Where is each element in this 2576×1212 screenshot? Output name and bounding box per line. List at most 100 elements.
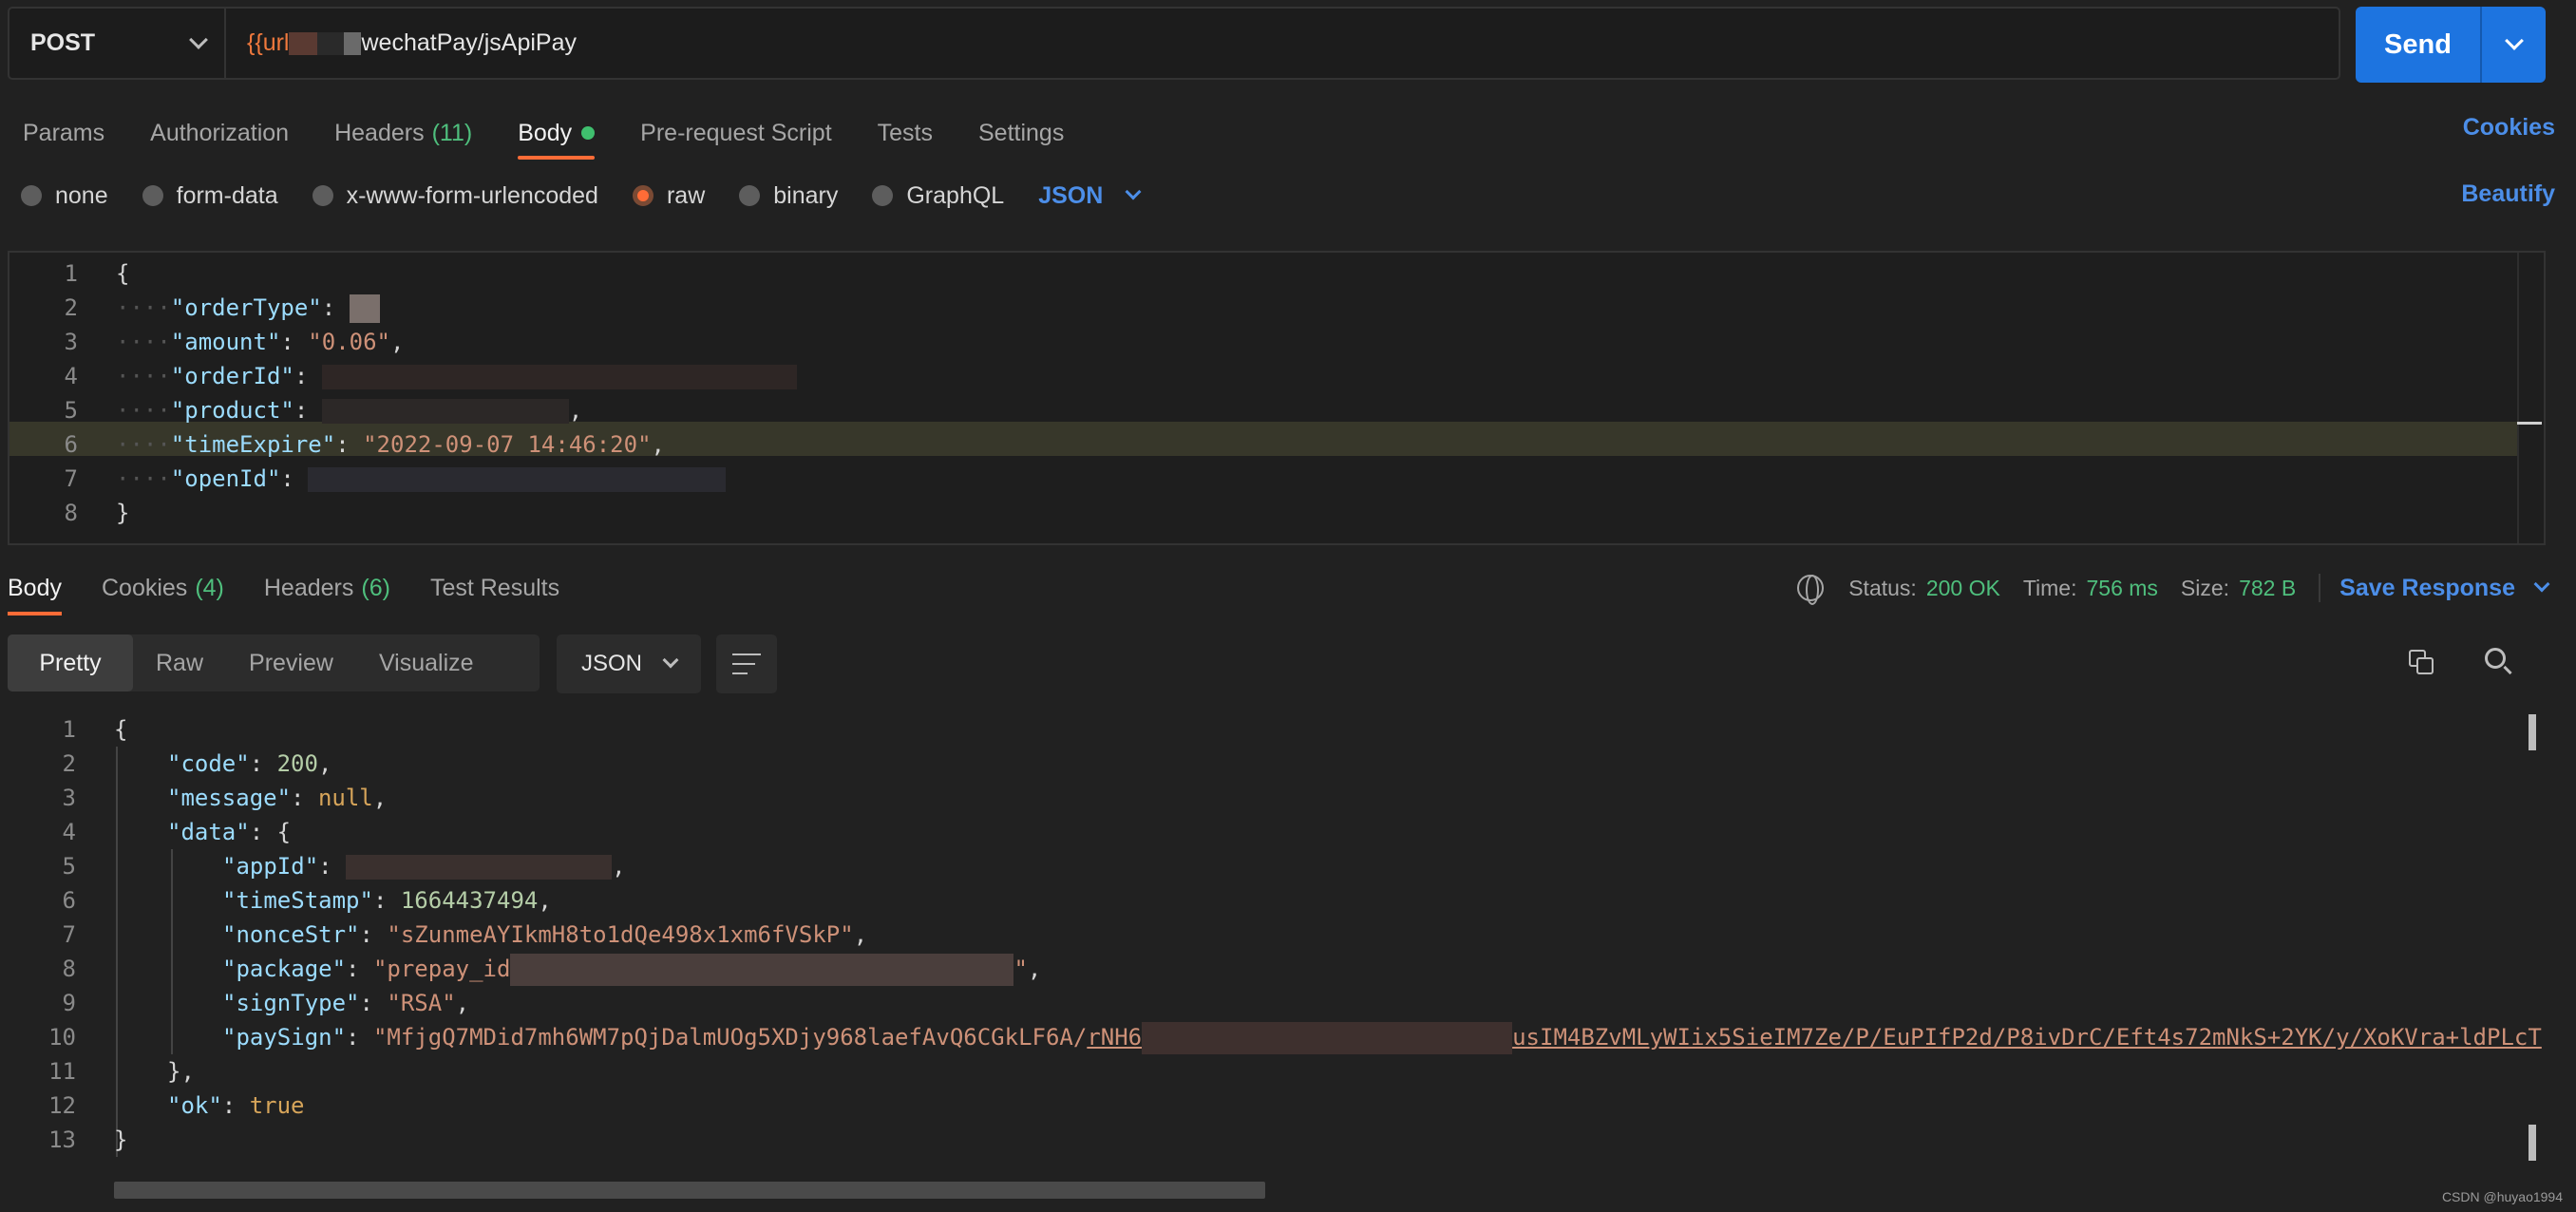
divider [2319, 574, 2321, 602]
indent-guide [116, 747, 118, 1157]
code-line: }, [167, 1058, 195, 1085]
redacted-block [510, 954, 1014, 986]
redacted-block [344, 31, 362, 55]
editor-scrollbar[interactable] [2517, 253, 2544, 543]
tab-tests[interactable]: Tests [878, 106, 933, 160]
radio-circle-icon [21, 185, 42, 206]
code-line: { [116, 256, 129, 291]
view-raw[interactable]: Raw [133, 634, 226, 691]
size-label: Size: [2180, 575, 2230, 600]
code-line: } [116, 496, 129, 530]
method-label: POST [30, 29, 96, 56]
view-pretty[interactable]: Pretty [8, 634, 133, 691]
body-format-select[interactable]: JSON [1038, 182, 1142, 210]
radio-selected-icon [632, 185, 653, 206]
view-mode-segment: Pretty Raw Preview Visualize [8, 634, 540, 691]
redacted-block [317, 31, 345, 55]
code-line: ····"product": , [116, 393, 582, 427]
code-line: "timeStamp": 1664437494, [222, 887, 552, 914]
body-type-options: none form-data x-www-form-urlencoded raw… [21, 179, 1142, 213]
scroll-thumb[interactable] [2529, 1125, 2536, 1161]
send-options-button[interactable] [2482, 7, 2546, 83]
json-key: "timeExpire" [170, 431, 336, 458]
json-key: "nonceStr" [222, 921, 360, 948]
json-key: "package" [222, 956, 347, 982]
line-number: 2 [62, 750, 76, 777]
beautify-button[interactable]: Beautify [2461, 180, 2555, 208]
redacted-block [346, 855, 613, 880]
tab-authorization[interactable]: Authorization [150, 106, 289, 160]
radio-form-data[interactable]: form-data [142, 182, 278, 210]
colon: : [335, 431, 364, 458]
search-icon[interactable] [2485, 648, 2513, 676]
brace: } [114, 1127, 128, 1153]
chevron-down-icon [662, 652, 679, 669]
redacted-block [308, 467, 727, 492]
tab-label: Tests [877, 119, 933, 146]
send-button[interactable]: Send [2356, 7, 2482, 83]
tab-response-body[interactable]: Body [8, 560, 62, 615]
tab-params[interactable]: Params [23, 106, 104, 160]
radio-label: GraphQL [906, 181, 1005, 209]
indent-dots: ···· [116, 397, 171, 424]
url-input[interactable]: {{url wechatPay/jsApiPay [226, 29, 577, 57]
tab-pre-request-script[interactable]: Pre-request Script [640, 106, 831, 160]
line-number: 5 [64, 397, 78, 424]
save-response-label: Save Response [2339, 574, 2515, 601]
globe-icon[interactable] [1797, 575, 1825, 605]
radio-circle-icon [142, 185, 163, 206]
radio-raw[interactable]: raw [632, 182, 705, 210]
chevron-down-icon [2533, 576, 2550, 593]
view-visualize[interactable]: Visualize [356, 634, 497, 691]
horizontal-scrollbar[interactable] [114, 1182, 1265, 1199]
tab-settings[interactable]: Settings [978, 106, 1064, 160]
code-line: "ok": true [167, 1092, 305, 1119]
radio-none[interactable]: none [21, 182, 108, 210]
indent-dots: ···· [116, 465, 171, 492]
copy-icon[interactable] [2409, 650, 2435, 676]
line-number: 6 [64, 431, 78, 458]
wrap-lines-button[interactable] [716, 634, 777, 693]
url-path: wechatPay/jsApiPay [361, 29, 577, 56]
view-preview[interactable]: Preview [226, 634, 356, 691]
response-format-select[interactable]: JSON [557, 634, 701, 693]
json-key: "timeStamp" [222, 887, 373, 914]
tab-body[interactable]: Body [518, 106, 596, 160]
radio-x-www-form-urlencoded[interactable]: x-www-form-urlencoded [312, 181, 598, 210]
tab-response-headers[interactable]: Headers (6) [264, 560, 390, 615]
tab-label: Pre-request Script [640, 119, 832, 146]
radio-binary[interactable]: binary [739, 182, 838, 210]
code-line: ····"orderId": [116, 359, 797, 393]
json-key: "signType" [222, 990, 360, 1016]
radio-label: x-www-form-urlencoded [346, 181, 598, 209]
response-tabs: Body Cookies (4) Headers (6) Test Results [0, 560, 592, 615]
request-body-editor[interactable]: 1 2 3 4 5 6 7 8 { ····"orderType": ····"… [8, 251, 2546, 545]
tab-test-results[interactable]: Test Results [430, 560, 559, 615]
method-select[interactable]: POST [9, 9, 226, 78]
send-button-group: Send [2356, 7, 2546, 83]
json-value: " [1013, 956, 1028, 982]
tab-count: (4) [195, 574, 224, 601]
tab-response-cookies[interactable]: Cookies (4) [102, 560, 224, 615]
save-response-button[interactable]: Save Response [2339, 574, 2550, 602]
radio-graphql[interactable]: GraphQL [872, 182, 1004, 210]
watermark: CSDN @huyao1994 [2441, 1189, 2563, 1204]
json-key: "product" [170, 397, 294, 424]
json-value: true [249, 1092, 305, 1119]
json-key: "appId" [222, 853, 319, 880]
line-number: 8 [64, 500, 78, 526]
json-value: "0.06" [308, 329, 390, 355]
response-body-viewer[interactable]: 1 2 3 4 5 6 7 8 9 10 11 12 13 { "code": … [0, 712, 2576, 1161]
line-number: 9 [62, 990, 76, 1016]
code-line: "appId": , [222, 853, 626, 880]
brace: { [116, 260, 130, 287]
radio-circle-icon [739, 185, 761, 206]
line-number: 1 [64, 260, 78, 287]
tab-label: Cookies [101, 574, 188, 601]
tab-headers[interactable]: Headers (11) [334, 106, 472, 160]
line-number: 11 [48, 1058, 76, 1085]
tab-label: Body [518, 119, 573, 146]
json-key: "paySign" [222, 1024, 347, 1051]
cookies-link[interactable]: Cookies [2463, 114, 2555, 142]
scroll-thumb[interactable] [2529, 714, 2536, 750]
